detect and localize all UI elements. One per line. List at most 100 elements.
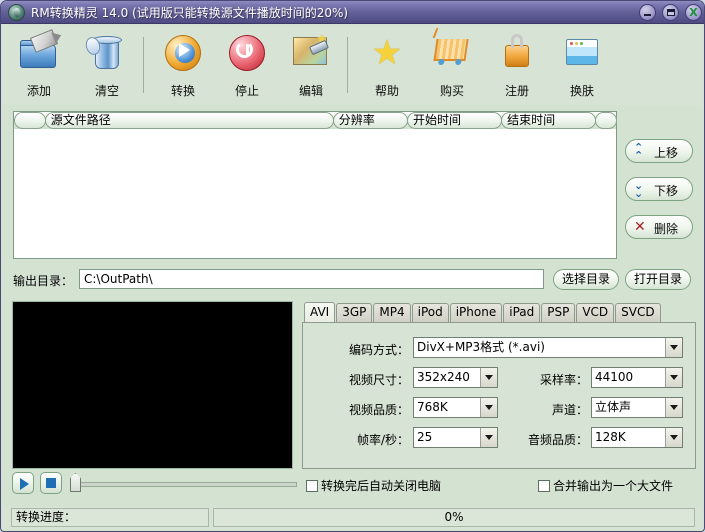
title-bar: RM转换精灵 14.0 (试用版只能转换源文件播放时间的20%) X — [1, 1, 705, 24]
merge-checkbox-row[interactable]: 合并输出为一个大文件 — [538, 477, 673, 493]
sample-rate-select[interactable]: 44100 — [591, 367, 683, 388]
lock-icon — [496, 31, 538, 75]
skin-window-icon — [561, 31, 603, 75]
stop-icon — [46, 478, 56, 488]
toolbar-label-convert: 转换 — [155, 82, 211, 99]
tab-vcd[interactable]: VCD — [576, 303, 614, 323]
chevron-down-icon[interactable] — [480, 368, 497, 387]
chevron-down-icon[interactable] — [665, 368, 682, 387]
toolbar-button-convert[interactable]: 转换 — [155, 29, 211, 101]
chevron-down-icon[interactable] — [480, 428, 497, 447]
tab-ipad[interactable]: iPad — [503, 303, 540, 323]
frame-rate-label: 帧率/秒： — [317, 431, 409, 448]
sample-rate-label: 采样率： — [503, 371, 588, 388]
chevron-down-icon[interactable] — [480, 398, 497, 417]
audio-quality-select[interactable]: 128K — [591, 427, 683, 448]
move-down-button[interactable]: ⌄⌄ 下移 — [625, 177, 693, 201]
channels-select[interactable]: 立体声 — [591, 397, 683, 418]
toolbar-button-add[interactable]: 添加 — [11, 29, 67, 101]
toolbar-label-skin: 换肤 — [554, 82, 610, 99]
column-header-end-time[interactable]: 结束时间 — [501, 112, 596, 129]
toolbar-button-help[interactable]: ★ 帮助 — [359, 29, 415, 101]
move-down-label: 下移 — [654, 182, 678, 199]
column-header-select[interactable] — [14, 112, 46, 129]
format-tabs: AVI3GPMP4iPodiPhoneiPadPSPVCDSVCDDVDWMV — [304, 302, 694, 323]
column-header-source-path[interactable]: 源文件路径 — [45, 112, 334, 129]
video-quality-select[interactable]: 768K — [413, 397, 498, 418]
audio-quality-label: 音频品质： — [499, 431, 588, 448]
chevron-down-icon[interactable] — [665, 338, 682, 357]
window-controls: X — [637, 4, 702, 22]
toolbar-button-edit[interactable]: ★ 编辑 — [283, 29, 339, 101]
file-list-header: 源文件路径 分辨率 开始时间 结束时间 — [14, 112, 616, 129]
video-size-select[interactable]: 352x240 — [413, 367, 498, 388]
delete-button[interactable]: ✕ 删除 — [625, 215, 693, 239]
shutdown-checkbox-label: 转换完后自动关闭电脑 — [321, 479, 441, 493]
progress-percent: 0% — [213, 508, 695, 527]
file-list-body[interactable] — [14, 129, 616, 258]
app-logo-icon — [8, 4, 25, 21]
toolbar-label-stop: 停止 — [219, 82, 275, 99]
shutdown-checkbox-row[interactable]: 转换完后自动关闭电脑 — [306, 477, 441, 493]
delete-label: 删除 — [654, 220, 678, 237]
toolbar: 添加 清空 转换 停止 ★ 编辑 — [3, 25, 702, 105]
file-list[interactable]: 源文件路径 分辨率 开始时间 结束时间 — [13, 111, 617, 259]
toolbar-label-buy: 购买 — [424, 82, 480, 99]
choose-directory-button[interactable]: 选择目录 — [553, 269, 619, 290]
toolbar-button-skin[interactable]: 换肤 — [554, 29, 610, 101]
minimize-button[interactable] — [639, 4, 656, 21]
tab-mp4[interactable]: MP4 — [373, 303, 410, 323]
output-path-input[interactable]: C:\OutPath\ — [79, 269, 544, 289]
video-quality-label: 视频品质： — [317, 401, 409, 418]
status-bar: 转换进度： 0% — [3, 507, 702, 529]
encoding-select[interactable]: DivX+MP3格式 (*.avi) — [413, 337, 683, 358]
convert-play-icon — [162, 31, 204, 75]
chevron-down-icon[interactable] — [665, 398, 682, 417]
trash-icon — [86, 31, 128, 75]
tab-3gp[interactable]: 3GP — [336, 303, 372, 323]
edit-icon: ★ — [290, 31, 332, 75]
open-directory-button[interactable]: 打开目录 — [625, 269, 691, 290]
column-header-start-time[interactable]: 开始时间 — [407, 112, 502, 129]
cart-icon — [431, 31, 473, 75]
merge-checkbox-label: 合并输出为一个大文件 — [553, 479, 673, 493]
move-up-label: 上移 — [654, 144, 678, 161]
preview-stop-button[interactable] — [40, 472, 62, 494]
merge-checkbox[interactable] — [538, 480, 550, 492]
tab-psp[interactable]: PSP — [541, 303, 575, 323]
video-preview[interactable] — [12, 301, 293, 469]
chevron-down-icon[interactable] — [665, 428, 682, 447]
toolbar-label-help: 帮助 — [359, 82, 415, 99]
toolbar-label-add: 添加 — [11, 82, 67, 99]
chevron-up-icon: ⌃⌃ — [634, 144, 648, 159]
app-window: RM转换精灵 14.0 (试用版只能转换源文件播放时间的20%) X 添加 清空 — [0, 0, 705, 532]
list-side-buttons: ⌃⌃ 上移 ⌄⌄ 下移 ✕ 删除 — [625, 139, 695, 253]
move-up-button[interactable]: ⌃⌃ 上移 — [625, 139, 693, 163]
toolbar-button-stop[interactable]: 停止 — [219, 29, 275, 101]
toolbar-label-edit: 编辑 — [283, 82, 339, 99]
preview-controls — [12, 471, 294, 497]
encoding-label: 编码方式： — [317, 341, 409, 358]
column-header-extra[interactable] — [595, 112, 617, 129]
toolbar-button-clear[interactable]: 清空 — [79, 29, 135, 101]
preview-seek-slider[interactable] — [72, 482, 297, 487]
toolbar-separator-1 — [143, 37, 144, 93]
channels-label: 声道： — [503, 401, 588, 418]
tab-ipod[interactable]: iPod — [412, 303, 449, 323]
close-button[interactable]: X — [685, 4, 702, 21]
toolbar-button-buy[interactable]: 购买 — [424, 29, 480, 101]
frame-rate-select[interactable]: 25 — [413, 427, 498, 448]
tab-avi[interactable]: AVI — [304, 302, 335, 323]
preview-seek-thumb[interactable] — [70, 473, 81, 492]
tab-iphone[interactable]: iPhone — [450, 303, 503, 323]
shutdown-checkbox[interactable] — [306, 480, 318, 492]
column-header-resolution[interactable]: 分辨率 — [333, 112, 408, 129]
video-size-label: 视频尺寸： — [317, 371, 409, 388]
add-folder-icon — [18, 31, 60, 75]
tab-svcd[interactable]: SVCD — [615, 303, 660, 323]
help-star-icon: ★ — [366, 31, 408, 75]
toolbar-button-register[interactable]: 注册 — [489, 29, 545, 101]
preview-play-button[interactable] — [12, 472, 34, 494]
output-directory-row: 输出目录： C:\OutPath\ 选择目录 打开目录 — [1, 267, 705, 293]
maximize-button[interactable] — [662, 4, 679, 21]
